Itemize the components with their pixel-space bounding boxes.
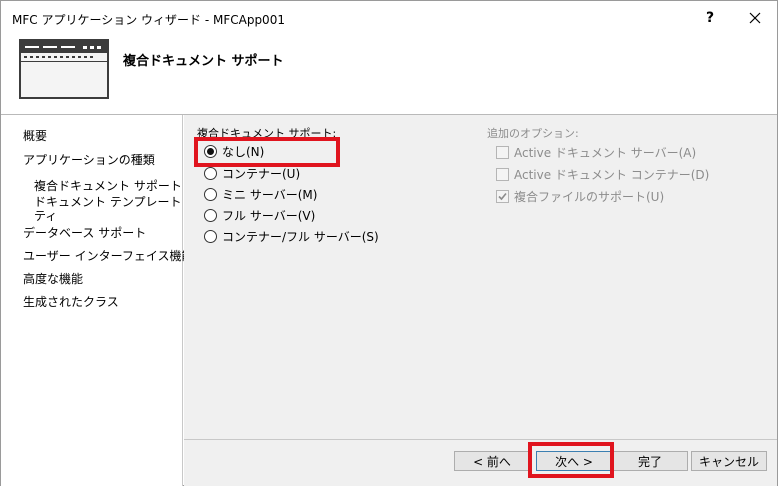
- additional-options-label: 追加のオプション:: [487, 127, 579, 140]
- wizard-window: MFC アプリケーション ウィザード - MFCApp001 ? 複合ドキュメン…: [0, 0, 778, 486]
- radio-container[interactable]: コンテナー(U): [204, 164, 300, 182]
- radio-button[interactable]: [204, 208, 217, 222]
- nav-item-doc-template-cont[interactable]: ティ: [34, 207, 57, 224]
- checkbox[interactable]: [496, 189, 509, 203]
- radio-mini-server[interactable]: ミニ サーバー(M): [204, 185, 317, 203]
- radio-label: ミニ サーバー(M): [222, 187, 318, 202]
- nav-item-database[interactable]: データベース サポート: [23, 224, 146, 241]
- wizard-content: 複合ドキュメント サポート: なし(N) コンテナー(U) ミニ サーバー(M)…: [184, 115, 777, 486]
- close-icon: [749, 12, 761, 24]
- nav-item-generated-classes[interactable]: 生成されたクラス: [23, 293, 119, 310]
- nav-item-overview[interactable]: 概要: [23, 127, 47, 144]
- check-compound-file[interactable]: 複合ファイルのサポート(U): [496, 187, 664, 205]
- radio-label: コンテナー/フル サーバー(S): [222, 229, 379, 244]
- checkbox-label: Active ドキュメント コンテナー(D): [514, 167, 710, 182]
- title-bar: MFC アプリケーション ウィザード - MFCApp001 ?: [1, 1, 777, 35]
- wizard-header: 複合ドキュメント サポート: [1, 35, 777, 115]
- finish-button[interactable]: 完了: [612, 451, 688, 471]
- checkbox-label: Active ドキュメント サーバー(A): [514, 145, 697, 160]
- checkmark-icon: [498, 192, 507, 200]
- check-active-doc-server[interactable]: Active ドキュメント サーバー(A): [496, 143, 696, 161]
- page-title: 複合ドキュメント サポート: [123, 54, 284, 69]
- nav-item-compound-support[interactable]: 複合ドキュメント サポート: [34, 177, 182, 194]
- button-divider: [184, 439, 777, 440]
- nav-item-advanced[interactable]: 高度な機能: [23, 270, 83, 287]
- radio-full-server[interactable]: フル サーバー(V): [204, 206, 315, 224]
- radio-label: コンテナー(U): [222, 166, 301, 181]
- radio-label: フル サーバー(V): [222, 208, 316, 223]
- help-icon: ?: [705, 10, 715, 26]
- wizard-window-icon: [19, 39, 109, 99]
- close-button[interactable]: [733, 1, 777, 35]
- check-active-doc-container[interactable]: Active ドキュメント コンテナー(D): [496, 165, 709, 183]
- radio-button[interactable]: [204, 144, 217, 158]
- nav-item-ui-features[interactable]: ユーザー インターフェイス機能: [23, 247, 194, 264]
- radio-none[interactable]: なし(N): [204, 142, 264, 160]
- radio-button[interactable]: [204, 166, 217, 180]
- radio-label: なし(N): [222, 144, 265, 159]
- checkbox[interactable]: [496, 145, 509, 159]
- radio-container-full-server[interactable]: コンテナー/フル サーバー(S): [204, 227, 379, 245]
- checkbox[interactable]: [496, 167, 509, 181]
- next-button[interactable]: 次へ >: [536, 451, 612, 471]
- window-title: MFC アプリケーション ウィザード - MFCApp001: [12, 13, 285, 27]
- nav-item-app-type[interactable]: アプリケーションの種類: [23, 151, 155, 168]
- checkbox-label: 複合ファイルのサポート(U): [514, 189, 665, 204]
- radio-button[interactable]: [204, 187, 217, 201]
- help-button[interactable]: ?: [687, 1, 733, 35]
- compound-support-label: 複合ドキュメント サポート:: [197, 127, 337, 140]
- radio-button[interactable]: [204, 229, 217, 243]
- wizard-nav: 概要 アプリケーションの種類 複合ドキュメント サポート ドキュメント テンプレ…: [1, 115, 221, 486]
- back-button[interactable]: < 前へ: [454, 451, 530, 471]
- cancel-button[interactable]: キャンセル: [691, 451, 767, 471]
